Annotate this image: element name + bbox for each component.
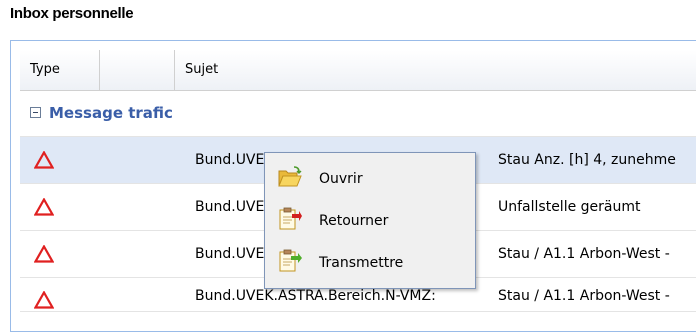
- column-header-type[interactable]: Type: [20, 50, 100, 90]
- row-from: Bund.UVEK: [195, 199, 274, 215]
- column-header-from[interactable]: [100, 50, 175, 90]
- warning-triangle-icon: [34, 291, 54, 309]
- menu-item-forward[interactable]: Transmettre: [265, 241, 475, 281]
- menu-item-open[interactable]: Ouvrir: [265, 157, 475, 197]
- row-subject: Stau / A1.1 Arbon-West -: [498, 288, 670, 304]
- row-subject: Stau Anz. [h] 4, zunehme: [498, 152, 676, 168]
- open-folder-icon: [278, 166, 302, 187]
- context-menu: Ouvrir Retourner Transmettre: [264, 152, 476, 289]
- warning-triangle-icon: [34, 198, 54, 216]
- warning-triangle-icon: [34, 245, 54, 263]
- return-document-icon: [279, 207, 302, 230]
- column-header-subject[interactable]: Sujet: [175, 50, 696, 90]
- group-label: Message trafic: [49, 104, 173, 122]
- menu-item-label: Retourner: [319, 213, 389, 229]
- warning-triangle-icon: [34, 151, 54, 169]
- panel-title: Inbox personnelle: [10, 5, 134, 22]
- collapse-icon[interactable]: [30, 107, 41, 118]
- forward-document-icon: [279, 249, 302, 272]
- group-row-message-trafic[interactable]: Message trafic: [20, 91, 696, 137]
- row-from: Bund.UVEK: [195, 246, 274, 262]
- row-from: Bund.UVEK: [195, 152, 274, 168]
- menu-item-label: Ouvrir: [319, 171, 363, 187]
- grid-header: Type Sujet: [20, 50, 696, 91]
- row-subject: Unfallstelle geräumt: [498, 199, 641, 215]
- menu-item-return[interactable]: Retourner: [265, 199, 475, 239]
- menu-item-label: Transmettre: [319, 255, 404, 271]
- row-subject: Stau / A1.1 Arbon-West -: [498, 246, 670, 262]
